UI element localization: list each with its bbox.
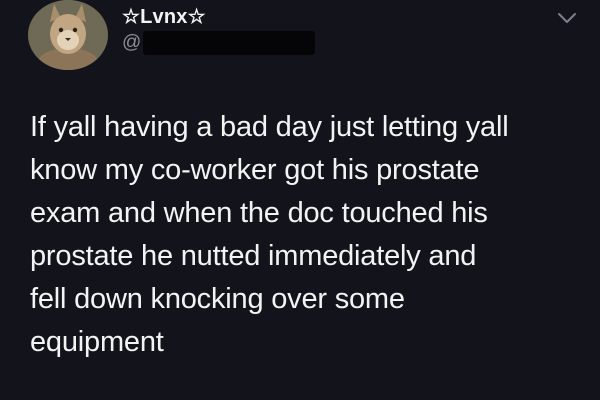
lynx-avatar-icon bbox=[28, 0, 108, 70]
chevron-down-icon[interactable] bbox=[556, 10, 578, 26]
handle-row: @ bbox=[122, 30, 316, 56]
tweet-card: ☆Lvnx☆ @ If yall having a bad day just l… bbox=[0, 0, 600, 400]
tweet-body-text: If yall having a bad day just letting ya… bbox=[30, 111, 509, 358]
name-row: ☆Lvnx☆ bbox=[122, 4, 206, 28]
handle-at-symbol: @ bbox=[122, 32, 142, 53]
display-name[interactable]: ☆Lvnx☆ bbox=[122, 4, 206, 29]
redacted-handle bbox=[143, 31, 316, 55]
avatar[interactable] bbox=[28, 0, 108, 70]
